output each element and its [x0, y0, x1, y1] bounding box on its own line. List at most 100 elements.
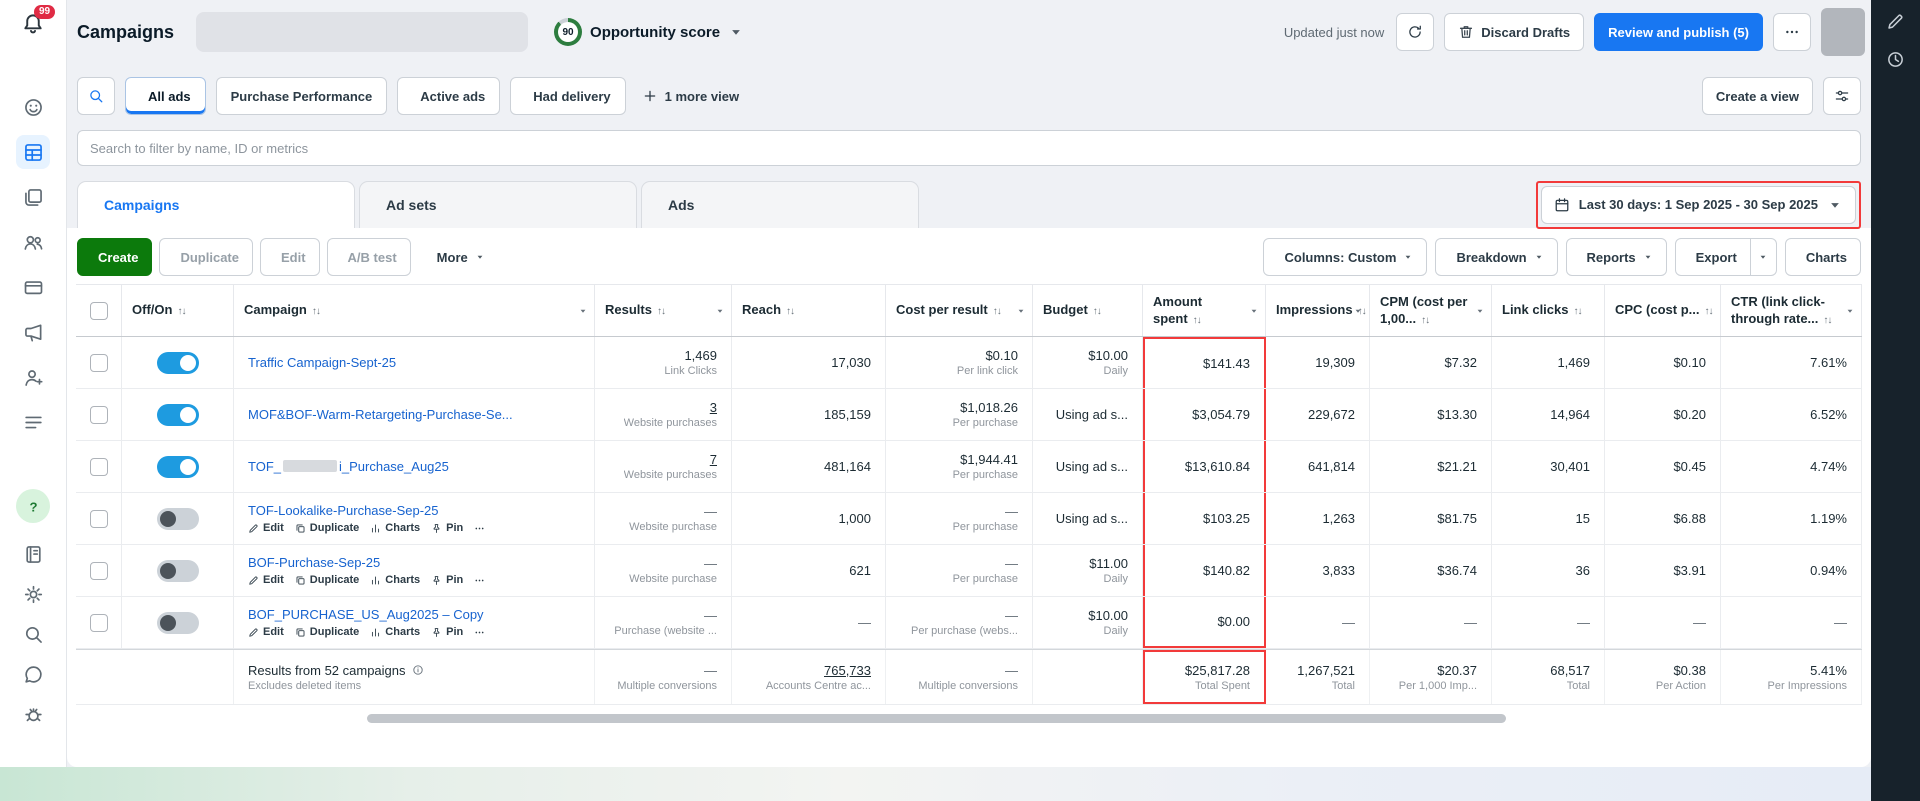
row-action-more[interactable]: [474, 523, 485, 534]
row-action-more[interactable]: [474, 627, 485, 638]
row-action-pin[interactable]: Pin: [431, 522, 463, 534]
campaign-link[interactable]: BOF-Purchase-Sep-25: [248, 555, 380, 570]
row-action-edit[interactable]: Edit: [248, 626, 284, 638]
row-checkbox[interactable]: [89, 405, 108, 424]
campaign-toggle[interactable]: [156, 559, 199, 582]
discard-drafts-button[interactable]: Discard Drafts: [1444, 13, 1585, 51]
tab-ads[interactable]: Ads: [641, 181, 919, 228]
create-view-button[interactable]: Create a view: [1701, 77, 1813, 115]
sort-arrows-icon[interactable]: ↑↓: [657, 306, 666, 317]
sort-arrows-icon[interactable]: ↑↓: [312, 306, 321, 317]
row-action-edit[interactable]: Edit: [248, 574, 284, 586]
column-header-results[interactable]: Results ↑↓: [595, 285, 732, 336]
row-action-pin[interactable]: Pin: [431, 626, 463, 638]
search-views-button[interactable]: [77, 77, 115, 115]
sort-arrows-icon[interactable]: ↑↓: [786, 306, 795, 317]
column-menu-caret-icon[interactable]: [1353, 306, 1363, 316]
more-options-button[interactable]: [1773, 13, 1811, 51]
row-action-pin[interactable]: Pin: [431, 574, 463, 586]
campaign-toggle[interactable]: [156, 611, 199, 634]
sidebar-item-smiley[interactable]: [16, 90, 50, 124]
export-caret-button[interactable]: [1750, 238, 1777, 276]
column-header-link-clicks[interactable]: Link clicks ↑↓: [1492, 285, 1605, 336]
column-menu-caret-icon[interactable]: [1249, 306, 1259, 316]
row-action-edit[interactable]: Edit: [248, 522, 284, 534]
sidebar-item-notebook[interactable]: [16, 537, 50, 571]
campaign-toggle[interactable]: [156, 455, 199, 478]
date-range-button[interactable]: Last 30 days: 1 Sep 2025 - 30 Sep 2025: [1540, 185, 1856, 224]
create-button[interactable]: Create: [77, 238, 153, 276]
sidebar-item-question[interactable]: ?: [16, 489, 50, 523]
view-tab-purchase-performance[interactable]: Purchase Performance: [215, 77, 388, 115]
row-action-charts[interactable]: Charts: [370, 574, 420, 586]
campaign-link[interactable]: MOF&BOF-Warm-Retargeting-Purchase-Se...: [248, 407, 513, 422]
column-header-cost-per-result[interactable]: Cost per result ↑↓: [886, 285, 1033, 336]
sidebar-item-card[interactable]: [16, 270, 50, 304]
sidebar-item-rows[interactable]: [16, 405, 50, 439]
view-tab-all-ads[interactable]: All ads: [125, 77, 206, 115]
sort-arrows-icon[interactable]: ↑↓: [1573, 306, 1582, 317]
column-menu-caret-icon[interactable]: [715, 306, 725, 316]
avatar[interactable]: [1821, 8, 1865, 56]
account-name-redacted[interactable]: [196, 12, 529, 52]
sidebar-item-gear[interactable]: [16, 577, 50, 611]
campaign-toggle[interactable]: [156, 351, 199, 374]
select-all-checkbox[interactable]: [89, 301, 108, 320]
row-action-more[interactable]: [474, 575, 485, 586]
duplicate-button[interactable]: Duplicate: [159, 238, 253, 276]
review-publish-button[interactable]: Review and publish (5): [1594, 13, 1763, 51]
column-menu-caret-icon[interactable]: [1475, 306, 1485, 316]
sort-arrows-icon[interactable]: ↑↓: [1823, 315, 1832, 326]
column-header-amount-spent[interactable]: Amount spent ↑↓: [1143, 285, 1266, 336]
a-b-test-button[interactable]: A/B test: [326, 238, 411, 276]
opportunity-score[interactable]: 90 Opportunity score: [554, 18, 744, 46]
more-views-button[interactable]: 1 more view: [636, 87, 745, 105]
row-checkbox[interactable]: [89, 613, 108, 632]
sidebar-item-tablegrid[interactable]: [16, 135, 50, 169]
scrollbar-thumb[interactable]: [367, 714, 1506, 723]
row-action-duplicate[interactable]: Duplicate: [295, 574, 359, 586]
more-button[interactable]: More: [424, 238, 498, 276]
charts-button[interactable]: Charts: [1784, 238, 1861, 276]
campaign-link[interactable]: BOF_PURCHASE_US_Aug2025 – Copy: [248, 607, 484, 622]
horizontal-scrollbar[interactable]: [76, 714, 1862, 724]
sort-arrows-icon[interactable]: ↑↓: [1193, 315, 1202, 326]
row-checkbox[interactable]: [89, 509, 108, 528]
columns-custom-button[interactable]: Columns: Custom: [1263, 238, 1428, 276]
sidebar-item-layers[interactable]: [16, 180, 50, 214]
sidebar-item-people[interactable]: [16, 225, 50, 259]
row-checkbox[interactable]: [89, 457, 108, 476]
view-tab-had-delivery[interactable]: Had delivery: [510, 77, 626, 115]
column-header-off-on[interactable]: Off/On ↑↓: [122, 285, 234, 336]
row-action-charts[interactable]: Charts: [370, 626, 420, 638]
campaign-toggle[interactable]: [156, 403, 199, 426]
sidebar-item-bug[interactable]: [16, 697, 50, 731]
dock-clock-icon[interactable]: [1883, 46, 1909, 72]
sort-arrows-icon[interactable]: ↑↓: [1093, 306, 1102, 317]
column-header-budget[interactable]: Budget ↑↓: [1033, 285, 1143, 336]
info-icon[interactable]: [412, 664, 424, 676]
sidebar-item-personplus[interactable]: [16, 360, 50, 394]
edit-button[interactable]: Edit: [259, 238, 320, 276]
column-header-ctr-link-click-through-rate[interactable]: CTR (link click-through rate... ↑↓: [1721, 285, 1862, 336]
view-tab-active-ads[interactable]: Active ads: [397, 77, 501, 115]
row-action-duplicate[interactable]: Duplicate: [295, 626, 359, 638]
row-checkbox[interactable]: [89, 353, 108, 372]
tab-ad-sets[interactable]: Ad sets: [359, 181, 637, 228]
view-settings-button[interactable]: [1823, 77, 1861, 115]
column-header-impressions[interactable]: Impressions ↑↓: [1266, 285, 1370, 336]
row-action-duplicate[interactable]: Duplicate: [295, 522, 359, 534]
breakdown-button[interactable]: Breakdown: [1435, 238, 1558, 276]
row-checkbox[interactable]: [89, 561, 108, 580]
notifications-button[interactable]: 99: [21, 5, 56, 36]
column-header-cpc-cost-p[interactable]: CPC (cost p... ↑↓: [1605, 285, 1721, 336]
column-header-campaign[interactable]: Campaign ↑↓: [234, 285, 595, 336]
sort-arrows-icon[interactable]: ↑↓: [1421, 315, 1430, 326]
dock-pencil-icon[interactable]: [1883, 8, 1909, 34]
export-button[interactable]: Export: [1674, 238, 1751, 276]
refresh-button[interactable]: [1396, 13, 1435, 51]
sort-arrows-icon[interactable]: ↑↓: [993, 306, 1002, 317]
column-menu-caret-icon[interactable]: [578, 306, 588, 316]
column-header-cpm-cost-per-1-00[interactable]: CPM (cost per 1,00... ↑↓: [1370, 285, 1492, 336]
sort-arrows-icon[interactable]: ↑↓: [1705, 306, 1714, 317]
